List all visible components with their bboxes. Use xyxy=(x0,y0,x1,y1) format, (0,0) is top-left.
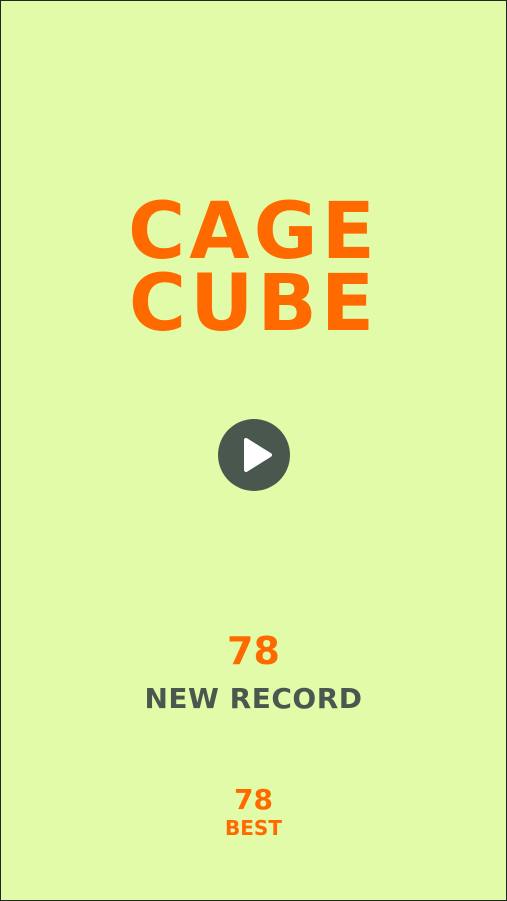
best-label: BEST xyxy=(225,816,282,840)
new-record-label: NEW RECORD xyxy=(144,682,363,715)
game-title-line-2: CUBE xyxy=(128,259,379,349)
game-screen: CAGE CUBE 78 NEW RECORD 78 BEST xyxy=(0,0,507,901)
best-score: 78 xyxy=(234,783,273,816)
play-icon xyxy=(244,438,272,472)
play-button[interactable] xyxy=(218,419,290,491)
current-score: 78 xyxy=(227,629,280,673)
